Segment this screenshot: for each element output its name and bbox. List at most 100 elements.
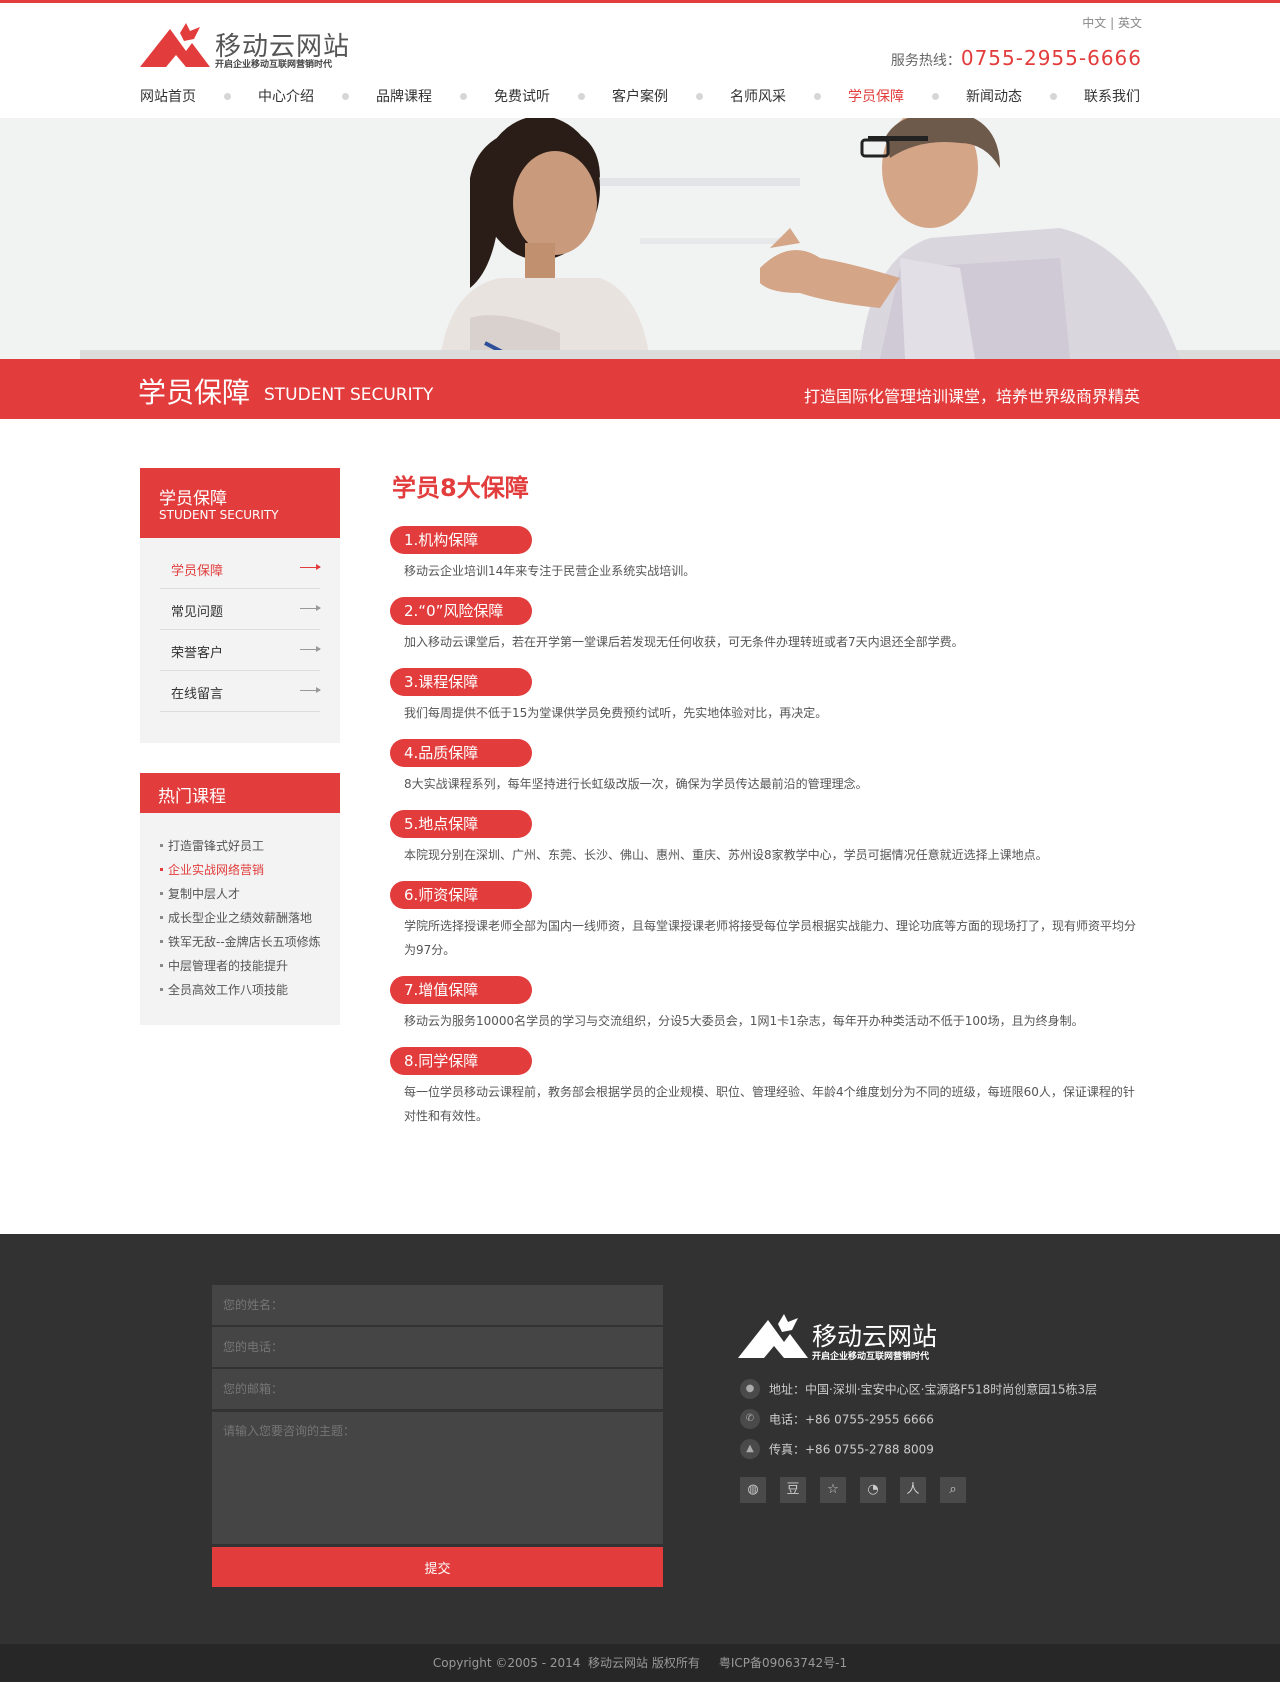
nav-separator xyxy=(813,92,821,100)
hot-course-label: 复制中层人才 xyxy=(168,887,241,901)
banner-title-cn: 学员保障 xyxy=(138,376,251,409)
bullet-icon xyxy=(160,988,163,991)
logo-mark-icon xyxy=(140,23,210,67)
submit-button[interactable]: 提交 xyxy=(212,1547,663,1587)
section-heading: 2.“0”风险保障 xyxy=(390,597,532,625)
phone-input[interactable] xyxy=(212,1327,663,1367)
hot-course-item[interactable]: 铁军无敌--金牌店长五项修炼 xyxy=(160,933,321,950)
section-text: 移动云企业培训14年来专注于民营企业系统实战培训。 xyxy=(404,564,696,578)
hot-course-item[interactable]: 企业实战网络营销 xyxy=(160,861,264,878)
page-title: 学员8大保障 xyxy=(392,474,529,502)
section-text: 每一位学员移动云课程前，教务部会根据学员的企业规模、职位、管理经验、年龄4个维度… xyxy=(404,1085,1135,1123)
section-heading: 3.课程保障 xyxy=(390,668,532,696)
banner-motto: 打造国际化管理培训课堂，培养世界级商界精英 xyxy=(803,387,1140,406)
sidebar-item-label: 荣誉客户 xyxy=(171,646,224,661)
section-heading: 5.地点保障 xyxy=(390,810,532,838)
lang-cn-link[interactable]: 中文 xyxy=(1082,16,1106,30)
footer-logo[interactable]: 移动云网站 开启企业移动互联网营销时代 xyxy=(738,1314,958,1362)
arrow-right-icon xyxy=(300,605,321,611)
section-text: 移动云为服务10000名学员的学习与交流组织，分设5大委员会，1网1卡1杂志，每… xyxy=(404,1014,1084,1028)
nav-item-cases[interactable]: 客户案例 xyxy=(612,86,668,106)
bullet-icon xyxy=(160,892,163,895)
fax-icon: ▲ xyxy=(740,1439,760,1459)
section-heading: 8.同学保障 xyxy=(390,1047,532,1075)
nav-separator xyxy=(931,92,939,100)
nav-separator xyxy=(1049,92,1057,100)
hot-course-label: 打造雷锋式好员工 xyxy=(168,839,265,853)
arrow-right-icon xyxy=(300,564,321,570)
logo-mark-icon xyxy=(738,1314,808,1358)
phone-text: 电话：+86 0755-2955 6666 xyxy=(769,1412,934,1427)
hot-course-item[interactable]: 复制中层人才 xyxy=(160,885,240,902)
social-links: ◍ 豆 ☆ ◔ 人 ⌕ xyxy=(740,1477,980,1503)
email-input[interactable] xyxy=(212,1369,663,1409)
sidebar-item-student-security[interactable]: 学员保障 xyxy=(160,548,321,589)
nav-item-about[interactable]: 中心介绍 xyxy=(258,86,314,106)
nav-item-home[interactable]: 网站首页 xyxy=(140,86,196,106)
footer-phone: ✆ 电话：+86 0755-2955 6666 xyxy=(740,1409,934,1430)
section-heading: 7.增值保障 xyxy=(390,976,532,1004)
logo-slogan: 开启企业移动互联网营销时代 xyxy=(215,60,333,70)
section-text: 加入移动云课堂后，若在开学第一堂课后若发现无任何收获，可无条件办理转班或者7天内… xyxy=(404,635,964,649)
weibo-icon[interactable]: ◔ xyxy=(860,1477,886,1503)
sidebar-item-faq[interactable]: 常见问题 xyxy=(160,589,321,630)
hotline-number: 0755-2955-6666 xyxy=(960,46,1142,70)
hot-course-item[interactable]: 成长型企业之绩效薪酬落地 xyxy=(160,909,312,926)
topic-textarea[interactable] xyxy=(212,1412,663,1544)
hot-courses-title: 热门课程 xyxy=(158,787,226,807)
fax-text: 传真：+86 0755-2788 8009 xyxy=(769,1442,934,1457)
renren-icon[interactable]: 人 xyxy=(900,1477,926,1503)
hot-courses-list: 打造雷锋式好员工 企业实战网络营销 复制中层人才 成长型企业之绩效薪酬落地 铁军… xyxy=(140,813,340,1025)
banner-title-bar: 学员保障 STUDENT SECURITY 打造国际化管理培训课堂，培养世界级商… xyxy=(0,359,1280,419)
footer-fax: ▲ 传真：+86 0755-2788 8009 xyxy=(740,1439,934,1460)
lang-separator: | xyxy=(1110,16,1115,30)
top-accent-line xyxy=(0,0,1280,3)
sidebar-item-label: 在线留言 xyxy=(171,687,224,702)
nav-item-student-security[interactable]: 学员保障 xyxy=(848,86,904,106)
arrow-right-icon xyxy=(300,687,321,693)
address-text: 地址：中国·深圳·宝安中心区·宝源路F518时尚创意园15栋3层 xyxy=(769,1382,1098,1397)
sidebar-item-honor-clients[interactable]: 荣誉客户 xyxy=(160,630,321,671)
hot-course-label: 中层管理者的技能提升 xyxy=(168,959,289,973)
main-nav: 网站首页 中心介绍 品牌课程 免费试听 客户案例 名师风采 学员保障 新闻动态 … xyxy=(140,86,1140,106)
bullet-icon xyxy=(160,940,163,943)
qzone-icon[interactable]: ☆ xyxy=(820,1477,846,1503)
section-text: 8大实战课程系列，每年坚持进行长虹级改版一次，确保为学员传达最前沿的管理理念。 xyxy=(404,777,868,791)
hero-banner xyxy=(0,118,1280,359)
hot-course-item[interactable]: 打造雷锋式好员工 xyxy=(160,837,264,854)
hot-course-item[interactable]: 中层管理者的技能提升 xyxy=(160,957,288,974)
name-input[interactable] xyxy=(212,1285,663,1325)
section-text: 学院所选择授课老师全部为国内一线师资，且每堂课授课老师将接受每位学员根据实战能力… xyxy=(404,919,1137,957)
site-logo[interactable]: 移动云网站 开启企业移动互联网营销时代 xyxy=(140,23,349,71)
arrow-right-icon xyxy=(300,646,321,652)
nav-item-contact[interactable]: 联系我们 xyxy=(1084,86,1140,106)
wechat-icon[interactable]: ◍ xyxy=(740,1477,766,1503)
douban-icon[interactable]: 豆 xyxy=(780,1477,806,1503)
location-icon: ● xyxy=(740,1379,760,1399)
hot-course-label: 成长型企业之绩效薪酬落地 xyxy=(168,911,313,925)
nav-separator xyxy=(695,92,703,100)
nav-item-courses[interactable]: 品牌课程 xyxy=(376,86,432,106)
nav-separator xyxy=(341,92,349,100)
nav-separator xyxy=(459,92,467,100)
footer-brand-text: 移动云网站 xyxy=(812,1322,938,1351)
sidebar-item-label: 常见问题 xyxy=(171,605,224,620)
nav-item-free-trial[interactable]: 免费试听 xyxy=(494,86,550,106)
nav-item-teachers[interactable]: 名师风采 xyxy=(730,86,786,106)
hot-course-label: 全员高效工作八项技能 xyxy=(168,983,289,997)
bullet-icon xyxy=(160,964,163,967)
phone-icon: ✆ xyxy=(740,1409,760,1429)
section-heading: 4.品质保障 xyxy=(390,739,532,767)
sidebar-title-en: STUDENT SECURITY xyxy=(159,508,279,522)
nav-separator xyxy=(223,92,231,100)
nav-item-news[interactable]: 新闻动态 xyxy=(966,86,1022,106)
nav-separator xyxy=(577,92,585,100)
language-switch: 中文 | 英文 xyxy=(1082,14,1142,31)
search-icon[interactable]: ⌕ xyxy=(940,1477,966,1503)
lang-en-link[interactable]: 英文 xyxy=(1118,16,1142,30)
bullet-icon xyxy=(160,868,163,871)
sidebar-item-message[interactable]: 在线留言 xyxy=(160,671,321,712)
sidebar-header: 学员保障 STUDENT SECURITY xyxy=(140,468,340,538)
sidebar-item-label: 学员保障 xyxy=(171,564,224,579)
hot-course-item[interactable]: 全员高效工作八项技能 xyxy=(160,981,288,998)
